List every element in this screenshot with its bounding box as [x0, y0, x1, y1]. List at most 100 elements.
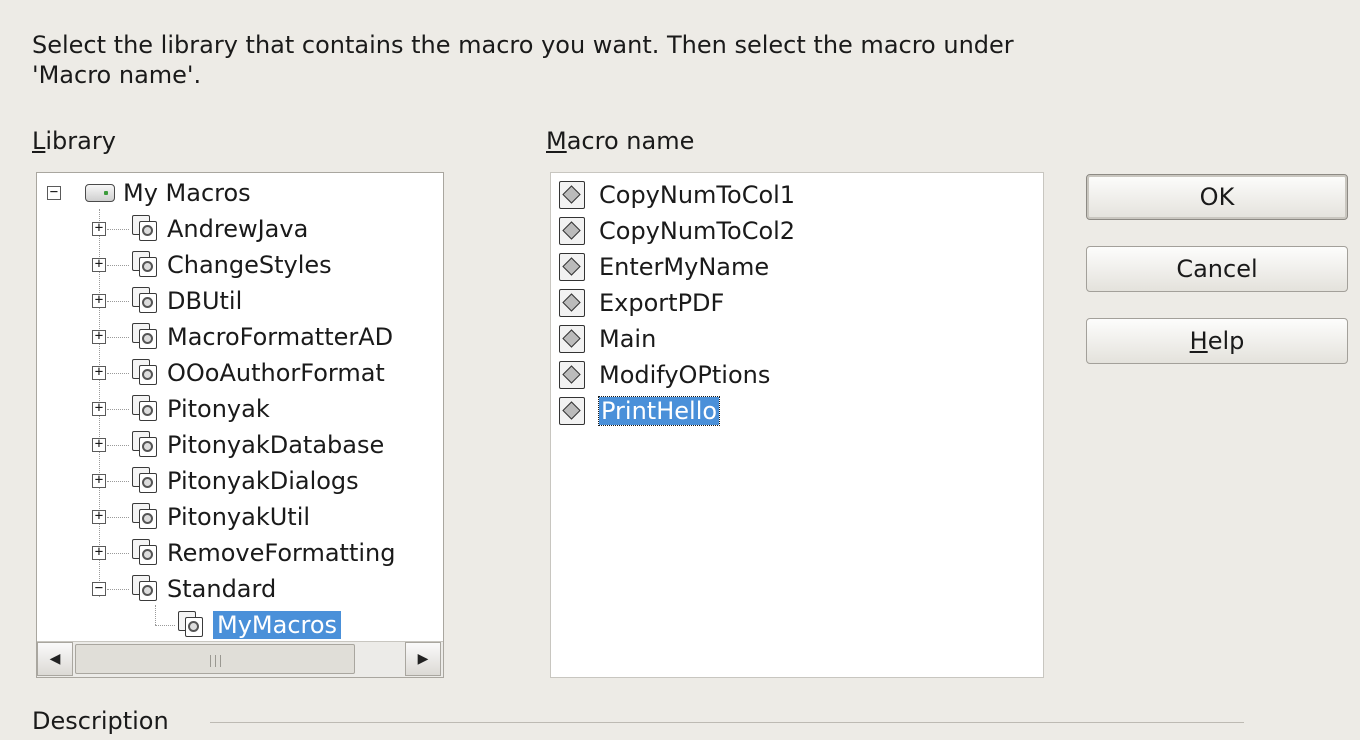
macro-icon — [559, 253, 585, 281]
help-button[interactable]: Help — [1086, 318, 1348, 364]
tree-horizontal-scrollbar[interactable]: ◀ ▶ — [37, 641, 443, 677]
macro-name-list[interactable]: CopyNumToCol1 CopyNumToCol2 EnterMyName Exp… — [550, 172, 1044, 678]
tree-item-library[interactable]: DBUtil — [131, 283, 242, 319]
scrollbar-corner — [443, 641, 444, 677]
tree-connector — [107, 553, 129, 554]
tree-item-label: ChangeStyles — [167, 251, 332, 279]
tree-connector — [107, 517, 129, 518]
macro-name-label-accel: M — [546, 127, 567, 155]
expand-toggle[interactable]: + — [92, 329, 106, 344]
tree-item-label: MyMacros — [213, 611, 342, 639]
macro-list-item[interactable]: ModifyOPtions — [559, 357, 770, 393]
macro-icon — [559, 397, 585, 425]
tree-item-library[interactable]: AndrewJava — [131, 211, 308, 247]
macro-item-label: PrintHello — [597, 396, 721, 426]
help-rest: elp — [1207, 327, 1245, 355]
macro-list-item[interactable]: CopyNumToCol2 — [559, 213, 795, 249]
library-tree[interactable]: − My Macros + AndrewJava + ChangeStyles + DBU… — [36, 172, 444, 678]
tree-item-label: PitonyakDatabase — [167, 431, 385, 459]
ok-button[interactable]: OK — [1086, 174, 1348, 220]
library-icon — [131, 395, 159, 423]
tree-connector — [155, 605, 156, 625]
macro-list-item[interactable]: Main — [559, 321, 656, 357]
library-icon — [131, 323, 159, 351]
macro-item-label: ExportPDF — [599, 289, 725, 317]
scroll-right-button[interactable]: ▶ — [405, 642, 441, 676]
library-icon — [131, 431, 159, 459]
tree-item-label: Standard — [167, 575, 277, 603]
tree-item-library[interactable]: PitonyakDialogs — [131, 463, 359, 499]
tree-item-library[interactable]: PitonyakDatabase — [131, 427, 384, 463]
tree-connector — [107, 481, 129, 482]
tree-item-library[interactable]: RemoveFormatting — [131, 535, 396, 571]
library-icon — [131, 575, 159, 603]
library-icon — [131, 503, 159, 531]
library-icon — [131, 539, 159, 567]
tree-connector — [107, 301, 129, 302]
expand-toggle[interactable]: + — [92, 365, 106, 380]
tree-item-library[interactable]: ChangeStyles — [131, 247, 332, 283]
tree-item-library[interactable]: OOoAuthorFormat — [131, 355, 385, 391]
macro-icon — [559, 325, 585, 353]
expand-toggle[interactable]: + — [92, 221, 106, 236]
tree-item-label: My Macros — [123, 179, 251, 207]
tree-vertical-scrollbar[interactable]: ▲ ▼ — [443, 173, 444, 641]
macro-item-label: CopyNumToCol1 — [599, 181, 796, 209]
tree-connector — [107, 229, 129, 230]
tree-item-library[interactable]: Standard — [131, 571, 276, 607]
library-icon — [131, 359, 159, 387]
tree-connector — [107, 445, 129, 446]
macro-item-label: EnterMyName — [599, 253, 770, 281]
expand-toggle[interactable]: + — [92, 293, 106, 308]
macro-name-label: Macro name — [546, 126, 694, 156]
expand-toggle[interactable]: + — [92, 473, 106, 488]
root-collapse-toggle[interactable]: − — [47, 185, 61, 200]
macro-item-label: CopyNumToCol2 — [599, 217, 796, 245]
tree-connector — [107, 265, 129, 266]
expand-toggle[interactable]: + — [92, 509, 106, 524]
scroll-left-button[interactable]: ◀ — [37, 642, 73, 676]
library-icon — [131, 467, 159, 495]
thumb-grip — [210, 655, 211, 667]
tree-connector — [107, 373, 129, 374]
tree-connector — [107, 409, 129, 410]
tree-item-mymacros[interactable]: MyMacros — [177, 607, 342, 641]
drive-icon — [85, 184, 115, 202]
help-accel: H — [1189, 327, 1208, 355]
tree-item-label: AndrewJava — [167, 215, 309, 243]
expand-toggle[interactable]: + — [92, 545, 106, 560]
tree-connector — [107, 589, 129, 590]
library-label: Library — [32, 126, 116, 156]
tree-connector — [107, 337, 129, 338]
expand-toggle[interactable]: + — [92, 401, 106, 416]
tree-item-label: RemoveFormatting — [167, 539, 396, 567]
expand-toggle[interactable]: − — [92, 581, 106, 596]
tree-item-label: DBUtil — [167, 287, 243, 315]
description-label: Description — [32, 707, 169, 735]
library-label-rest: ibrary — [45, 127, 116, 155]
expand-toggle[interactable]: + — [92, 257, 106, 272]
macro-item-label: ModifyOPtions — [599, 361, 771, 389]
tree-item-library[interactable]: MacroFormatterAD — [131, 319, 393, 355]
tree-item-library[interactable]: PitonyakUtil — [131, 499, 310, 535]
library-tree-viewport[interactable]: − My Macros + AndrewJava + ChangeStyles + DBU… — [37, 173, 443, 641]
thumb-grip — [220, 655, 221, 667]
macro-list-item[interactable]: PrintHello — [559, 393, 721, 429]
macro-list-item[interactable]: ExportPDF — [559, 285, 724, 321]
library-icon — [131, 251, 159, 279]
macro-list-item[interactable]: EnterMyName — [559, 249, 769, 285]
tree-item-label: MacroFormatterAD — [167, 323, 394, 351]
library-label-accel: L — [32, 127, 46, 155]
macro-list-item[interactable]: CopyNumToCol1 — [559, 177, 795, 213]
library-icon — [131, 287, 159, 315]
macro-item-label: Main — [599, 325, 657, 353]
library-icon — [131, 215, 159, 243]
tree-item-my-macros[interactable]: My Macros — [85, 175, 251, 211]
horizontal-scroll-thumb[interactable] — [75, 644, 355, 674]
tree-item-library[interactable]: Pitonyak — [131, 391, 270, 427]
cancel-button[interactable]: Cancel — [1086, 246, 1348, 292]
macro-name-label-rest: acro name — [566, 127, 695, 155]
expand-toggle[interactable]: + — [92, 437, 106, 452]
tree-connector — [155, 625, 175, 626]
macro-icon — [559, 181, 585, 209]
